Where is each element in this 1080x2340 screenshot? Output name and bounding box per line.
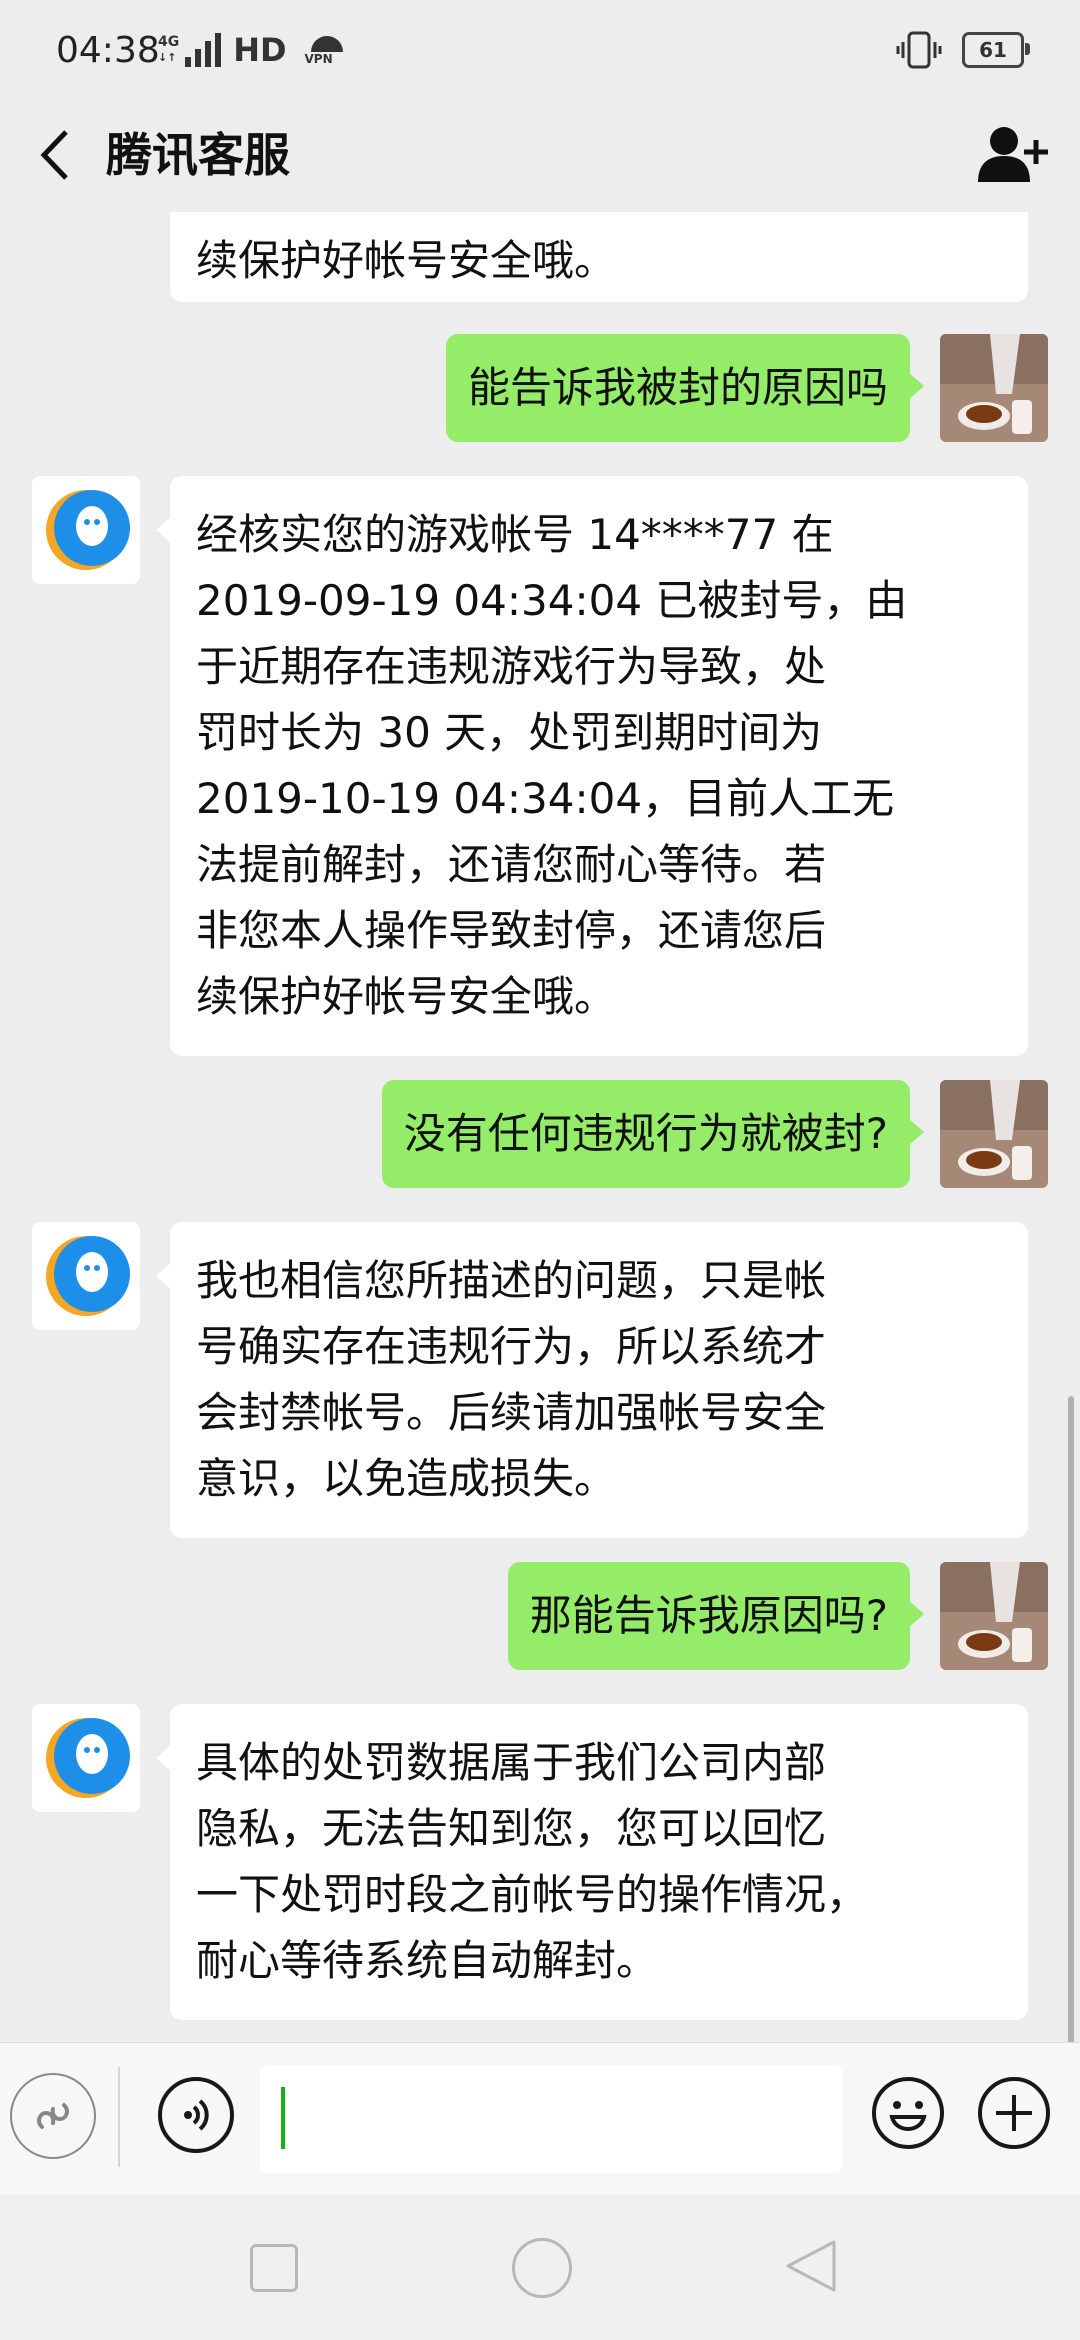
add-user-icon[interactable]: [974, 122, 1050, 188]
chat-area[interactable]: 续保护好帐号安全哦。 能告诉我被封的原因吗 经核实您的游戏帐号 14****77…: [0, 212, 1080, 2042]
system-nav-bar: [0, 2194, 1080, 2340]
home-button[interactable]: [512, 2238, 572, 2298]
network-indicator: 4G ↓↑ HD VPN: [158, 30, 343, 70]
input-bar: [0, 2042, 1080, 2195]
recent-apps-button[interactable]: [250, 2244, 298, 2292]
user-avatar[interactable]: [940, 1080, 1048, 1188]
user-avatar[interactable]: [940, 1562, 1048, 1670]
battery-icon: 61: [962, 32, 1030, 68]
vibrate-icon: [896, 31, 942, 69]
incoming-message[interactable]: 续保护好帐号安全哦。: [170, 212, 1028, 302]
divider: [118, 2067, 120, 2167]
status-right: 61: [896, 30, 1030, 70]
back-triangle-icon[interactable]: [782, 2238, 840, 2294]
outgoing-message[interactable]: 那能告诉我原因吗?: [507, 1562, 925, 1670]
scrollbar[interactable]: [1068, 1396, 1074, 2042]
incoming-message[interactable]: 经核实您的游戏帐号 14****77 在 2019-09-19 04:34:04…: [156, 476, 1028, 1056]
incoming-message[interactable]: 具体的处罚数据属于我们公司内部 隐私，无法告知到您，您可以回忆 一下处罚时段之前…: [156, 1704, 1028, 2020]
network-type-badge: 4G ↓↑: [158, 34, 180, 65]
text-cursor: [281, 2087, 285, 2149]
status-time: 04:38: [56, 30, 160, 71]
signal-icon: [185, 33, 222, 67]
hd-label: HD: [233, 31, 287, 69]
vpn-icon: VPN: [299, 30, 343, 70]
outgoing-message[interactable]: 能告诉我被封的原因吗: [445, 334, 925, 442]
service-avatar[interactable]: [32, 476, 140, 584]
page-title: 腾讯客服: [106, 128, 290, 182]
status-bar: 04:38 4G ↓↑ HD VPN 61: [0, 0, 1080, 100]
emoji-icon[interactable]: [870, 2075, 946, 2151]
incoming-message[interactable]: 我也相信您所描述的问题，只是帐 号确实存在违规行为，所以系统才 会封禁帐号。后续…: [156, 1222, 1028, 1538]
outgoing-message[interactable]: 没有任何违规行为就被封?: [381, 1080, 925, 1188]
plus-icon[interactable]: [976, 2075, 1052, 2151]
link-icon[interactable]: [10, 2073, 96, 2159]
service-avatar[interactable]: [32, 1222, 140, 1330]
message-input[interactable]: [260, 2065, 842, 2173]
title-bar: 腾讯客服: [0, 100, 1080, 212]
voice-icon[interactable]: [158, 2077, 234, 2153]
user-avatar[interactable]: [940, 334, 1048, 442]
chevron-left-icon[interactable]: [36, 124, 76, 186]
service-avatar[interactable]: [32, 1704, 140, 1812]
